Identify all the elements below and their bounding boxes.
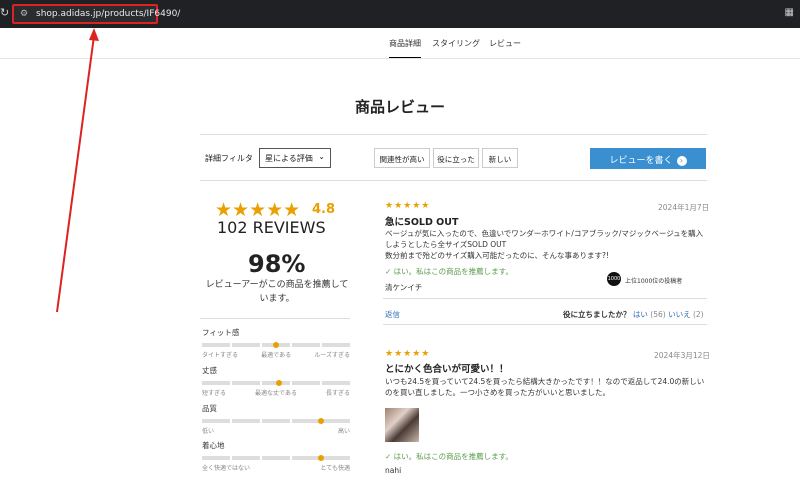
extensions-icon[interactable]: ▦ bbox=[785, 7, 794, 18]
review-author: 清ケンイチ bbox=[385, 283, 423, 292]
top-reviewer-badge-icon: 1000 bbox=[607, 272, 621, 286]
review-body: ベージュが気に入ったので、色違いでワンダーホワイト/コアブラック/マジックベージ… bbox=[385, 229, 704, 260]
metric-marker bbox=[318, 418, 324, 424]
metric-title: 丈感 bbox=[202, 366, 217, 375]
divider bbox=[383, 298, 707, 299]
divider bbox=[200, 180, 707, 181]
review-date: 2024年3月12日 bbox=[654, 351, 710, 360]
address-bar[interactable]: ⚙ shop.adidas.jp/products/IF6490/ bbox=[12, 4, 180, 24]
star-rating-select[interactable]: 星による評価 ⌄ bbox=[259, 148, 331, 168]
metric-scale: 全く快適ではない とても快適 bbox=[202, 463, 350, 472]
review-photo[interactable] bbox=[385, 408, 419, 442]
comfort-metric: 着心地 全く快適ではない とても快適 bbox=[202, 440, 350, 472]
divider bbox=[0, 58, 800, 59]
average-rating: 4.8 bbox=[312, 202, 336, 217]
divider bbox=[200, 134, 707, 135]
browser-toolbar: ↻ ⚙ shop.adidas.jp/products/IF6490/ ▦ bbox=[0, 0, 800, 28]
metric-scale: 低い 高い bbox=[202, 426, 350, 435]
top-reviewer-label: 上位1000位の投稿者 bbox=[625, 278, 683, 285]
reload-icon[interactable]: ↻ bbox=[0, 6, 10, 19]
reviews-count: 102 REVIEWS bbox=[217, 218, 326, 237]
reply-link[interactable]: 返信 bbox=[385, 309, 400, 320]
recommend-yes: ✓ はい。私はこの商品を推薦します。 bbox=[385, 267, 513, 276]
divider bbox=[200, 318, 350, 319]
write-review-label: レビューを書く bbox=[609, 156, 673, 166]
recommend-text: レビューアーがこの商品を推薦しています。 bbox=[205, 280, 349, 304]
metric-marker bbox=[276, 380, 282, 386]
recommend-percent: 98% bbox=[248, 250, 306, 278]
helpful-no-link[interactable]: いいえ bbox=[668, 310, 691, 319]
scale-mid: 最適な丈である bbox=[255, 390, 297, 397]
filter-label: 詳細フィルタ bbox=[205, 154, 253, 163]
select-value: 星による評価 bbox=[265, 154, 313, 163]
scale-right: とても快適 bbox=[320, 465, 350, 472]
sort-newest-button[interactable]: 新しい bbox=[482, 148, 518, 168]
scale-right: 高い bbox=[337, 428, 350, 435]
no-count: (2) bbox=[692, 310, 704, 319]
metric-title: フィット感 bbox=[202, 328, 240, 337]
tab-product-details[interactable]: 商品詳細 bbox=[389, 38, 421, 59]
fit-metric: フィット感 タイトすぎる 最適である ルーズすぎる bbox=[202, 327, 350, 359]
metric-marker bbox=[273, 342, 279, 348]
scale-left: タイトすぎる bbox=[202, 352, 239, 359]
metric-scale: 短すぎる 最適な丈である 長すぎる bbox=[202, 388, 350, 397]
scale-left: 短すぎる bbox=[202, 390, 227, 397]
page-title: 商品レビュー bbox=[354, 98, 445, 116]
metric-marker bbox=[318, 455, 324, 461]
review-stars: ★★★★★ bbox=[385, 349, 431, 359]
divider bbox=[383, 324, 707, 325]
length-metric: 丈感 短すぎる 最適な丈である 長すぎる bbox=[202, 365, 350, 397]
metric-bar bbox=[202, 455, 350, 461]
review-author: nahi bbox=[385, 466, 402, 475]
yes-count: (56) bbox=[650, 310, 666, 319]
review-date: 2024年1月7日 bbox=[658, 203, 710, 212]
write-review-button[interactable]: レビューを書く › bbox=[590, 148, 706, 169]
site-settings-icon[interactable]: ⚙ bbox=[20, 9, 28, 19]
helpful-votes: 役に立ちましたか？ はい (56) いいえ (2) bbox=[563, 309, 704, 320]
helpful-question: 役に立ちましたか？ bbox=[563, 310, 631, 319]
arrow-right-icon: › bbox=[676, 156, 687, 166]
scale-left: 低い bbox=[202, 428, 215, 435]
metric-title: 着心地 bbox=[202, 441, 225, 450]
metric-scale: タイトすぎる 最適である ルーズすぎる bbox=[202, 350, 350, 359]
metric-bar bbox=[202, 342, 350, 348]
scale-mid: 最適である bbox=[261, 352, 292, 359]
review-body: いつも24.5を買っていて24.5を買ったら結構大きかったです！！なので返品して… bbox=[385, 377, 705, 397]
sort-relevance-button[interactable]: 関連性が高い bbox=[374, 148, 430, 168]
metric-bar bbox=[202, 380, 350, 386]
quality-metric: 品質 低い 高い bbox=[202, 403, 350, 435]
helpful-yes-link[interactable]: はい bbox=[633, 310, 648, 319]
metric-bar bbox=[202, 418, 350, 424]
tab-styling[interactable]: スタイリング bbox=[432, 38, 480, 49]
review-stars: ★★★★★ bbox=[385, 201, 431, 211]
metric-title: 品質 bbox=[202, 404, 217, 413]
recommend-yes: ✓ はい。私はこの商品を推薦します。 bbox=[385, 452, 513, 461]
tab-reviews[interactable]: レビュー bbox=[489, 38, 521, 49]
scale-left: 全く快適ではない bbox=[202, 465, 251, 472]
review-title: 急にSOLD OUT bbox=[385, 217, 459, 228]
chevron-down-icon: ⌄ bbox=[318, 152, 325, 161]
scale-right: ルーズすぎる bbox=[314, 352, 350, 359]
url-text: shop.adidas.jp/products/IF6490/ bbox=[36, 9, 181, 19]
sort-helpful-button[interactable]: 役に立った bbox=[433, 148, 479, 168]
scale-right: 長すぎる bbox=[325, 390, 350, 397]
review-title: とにかく色合いが可愛い！！ bbox=[385, 364, 509, 375]
